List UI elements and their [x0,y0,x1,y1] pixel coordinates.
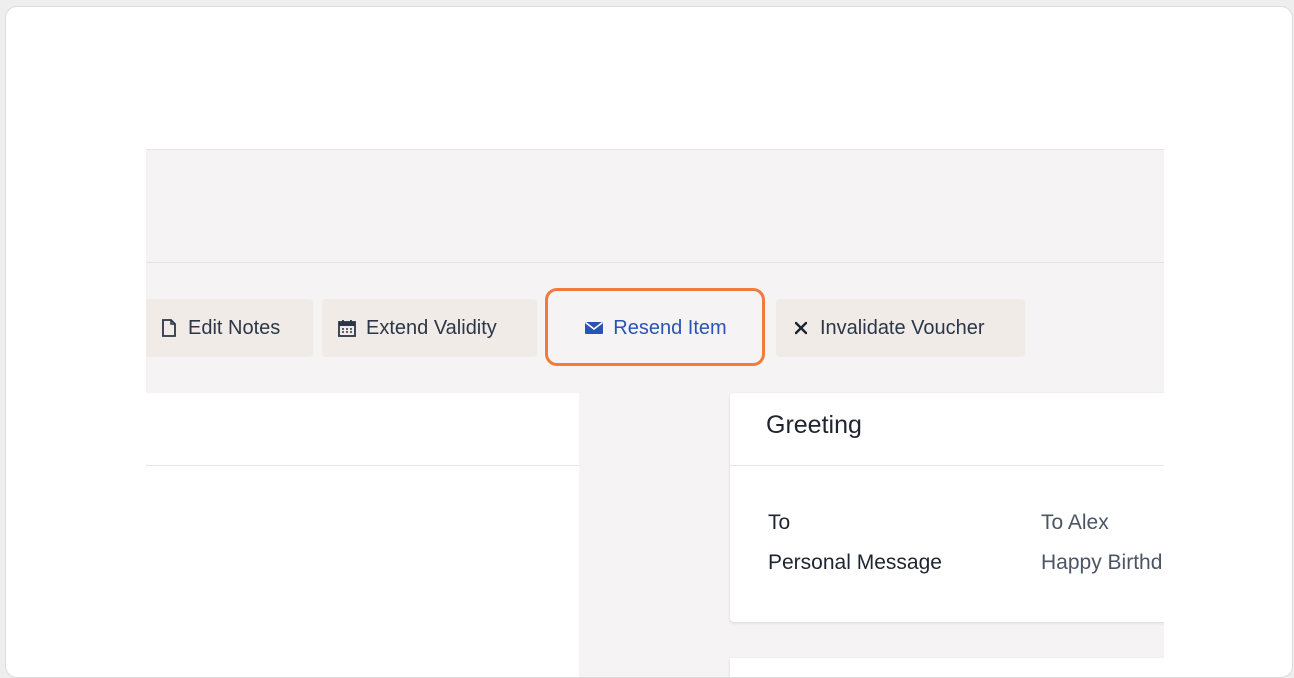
document-icon [160,319,178,337]
extend-validity-button[interactable]: Extend Validity [322,299,537,357]
close-icon [792,319,810,337]
to-label: To [768,511,791,534]
extend-validity-label: Extend Validity [366,316,497,339]
card-divider [730,465,1164,466]
details-card [146,393,579,677]
header-divider [146,262,1164,263]
calendar-icon [338,319,356,337]
personal-message-label: Personal Message [768,551,942,574]
edit-notes-button[interactable]: Edit Notes [146,299,313,357]
invalidate-voucher-label: Invalidate Voucher [820,316,985,339]
next-card [730,658,1164,677]
to-value: To Alex [1041,511,1109,534]
card-divider [146,465,579,466]
invalidate-voucher-button[interactable]: Invalidate Voucher [776,299,1025,357]
app-viewport: Edit Notes Extend Validity Resend Item I… [146,149,1164,677]
greeting-card: Greeting To To Alex Personal Message Hap… [730,393,1164,622]
greeting-title: Greeting [766,411,862,439]
screenshot-frame: Edit Notes Extend Validity Resend Item I… [5,6,1293,678]
edit-notes-label: Edit Notes [188,316,281,339]
personal-message-value: Happy Birthd [1041,551,1163,574]
highlight-outline [545,288,765,366]
